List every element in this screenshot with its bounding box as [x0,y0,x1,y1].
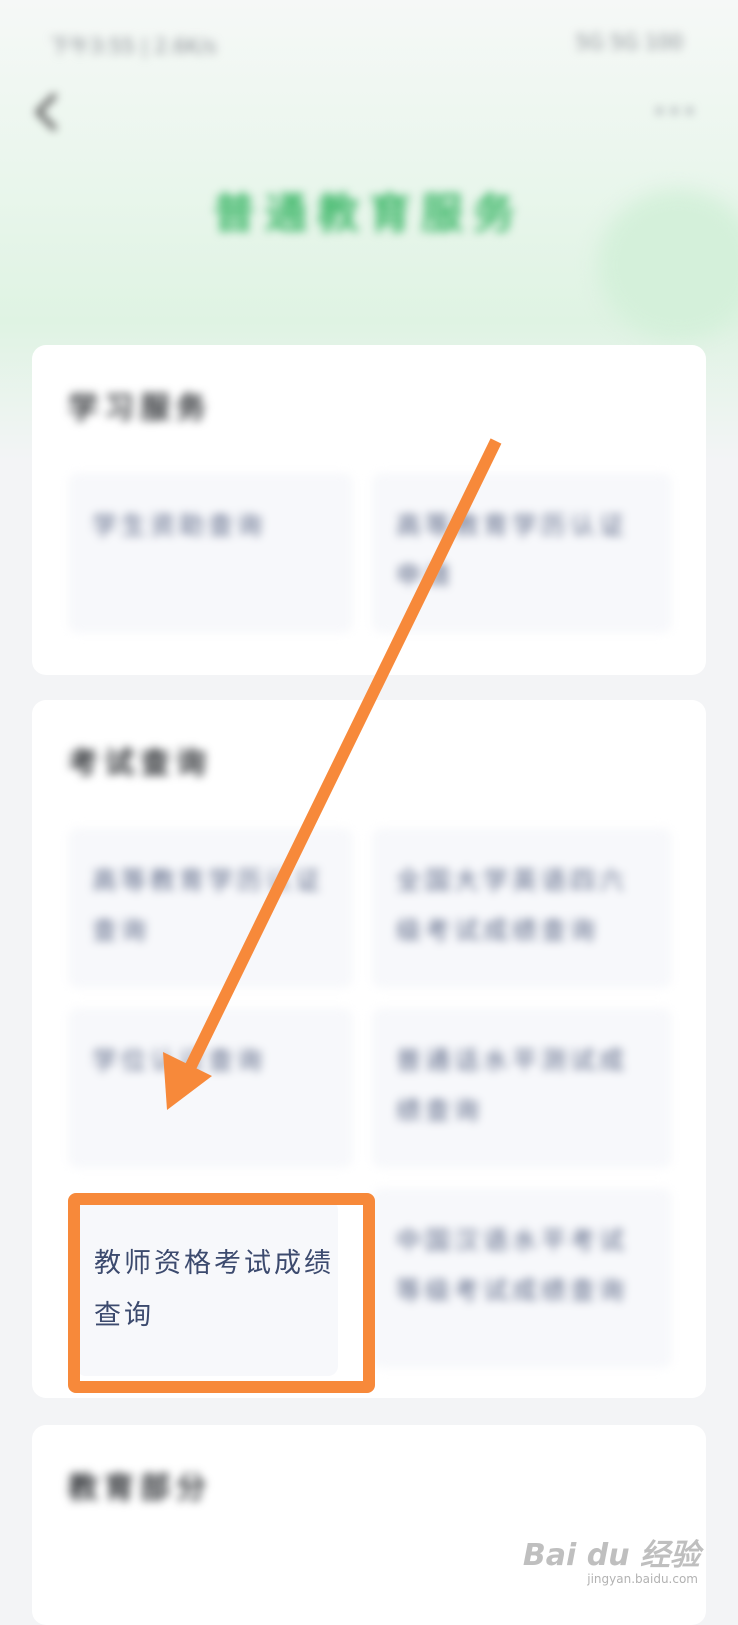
tile-student-aid[interactable]: 学生资助查询 [68,473,353,633]
tile-label: 学生资助查询 [92,511,267,540]
status-icons: 5G 5G 100 [575,30,683,54]
tile-degree-cert-query[interactable]: 高等教育学历认证查询 [68,828,353,988]
section-card-study: 学习服务 学生资助查询 高等教育学历认证申请 [32,345,706,675]
tile-cet-score[interactable]: 全国大学英语四六级考试成绩查询 [372,828,672,988]
tile-degree-cert-apply[interactable]: 高等教育学历认证申请 [372,473,672,633]
more-menu-icon[interactable]: ••• [653,100,698,125]
section-title: 教育部分 [68,1471,212,1506]
back-arrow-icon[interactable] [28,90,68,134]
tile-degree-query[interactable]: 学位认证查询 [68,1008,353,1168]
tile-label: 普通话水平测试成绩查询 [396,1046,629,1125]
section-title: 考试查询 [68,746,212,781]
tile-mandarin-score[interactable]: 普通话水平测试成绩查询 [372,1008,672,1168]
status-time: 下午3:55 | 2.6K/s [50,34,217,58]
tile-label: 学位认证查询 [92,1046,267,1075]
watermark-url: jingyan.baidu.com [587,1572,698,1586]
page-title: 普通教育服务 [212,189,525,238]
tile-label: 高等教育学历认证查询 [92,866,325,945]
tile-label: 高等教育学历认证申请 [396,511,629,590]
section-card-education: 教育部分 [32,1425,706,1625]
status-bar: 下午3:55 | 2.6K/s 5G 5G 100 [0,22,738,62]
tile-label: 中国汉语水平考试等级考试成绩查询 [396,1226,629,1305]
tile-label: 全国大学英语四六级考试成绩查询 [396,866,629,945]
tile-hsk-score[interactable]: 中国汉语水平考试等级考试成绩查询 [372,1188,672,1368]
section-title: 学习服务 [68,391,212,426]
highlight-box [68,1193,375,1393]
watermark-logo: Bai du 经验 [522,1538,700,1573]
